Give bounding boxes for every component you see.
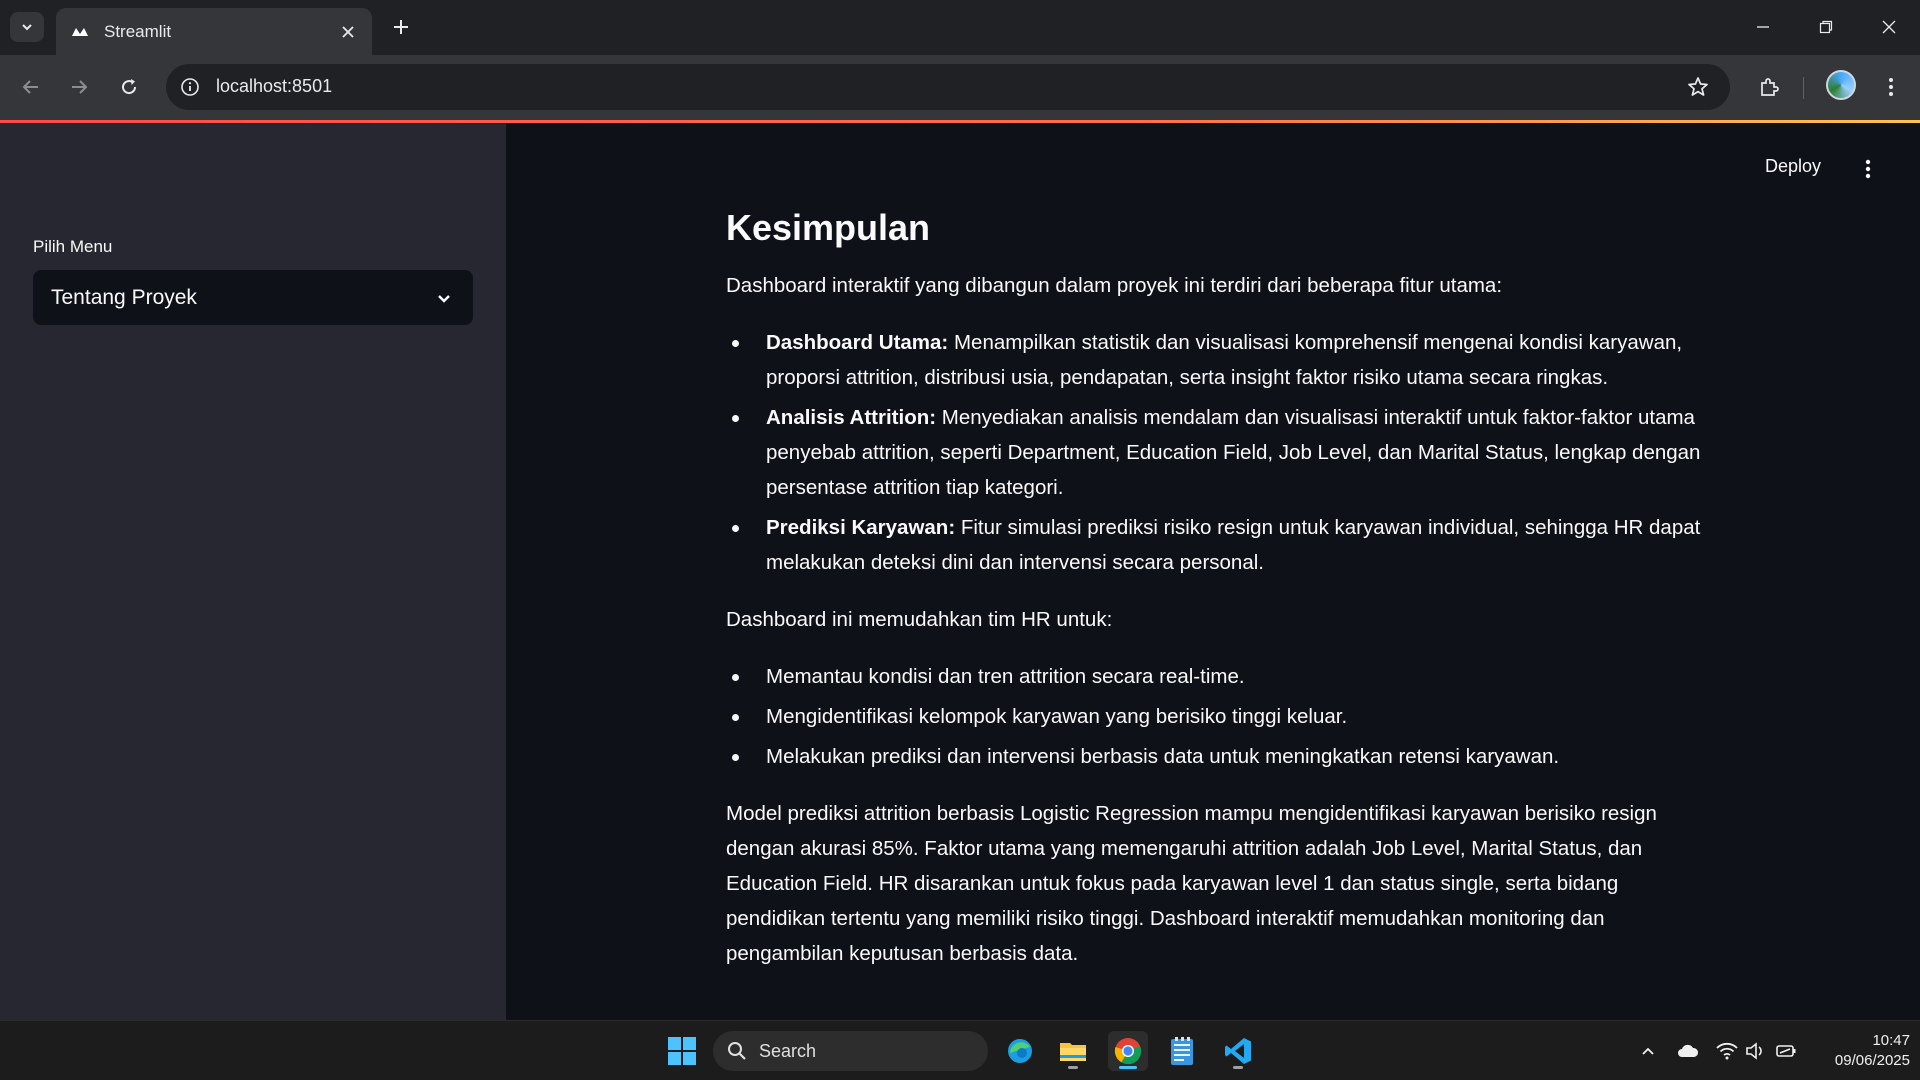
new-tab-button[interactable] [388,14,414,40]
benefits-intro: Dashboard ini memudahkan tim HR untuk: [726,608,1113,631]
show-hidden-icons-button[interactable] [1636,1039,1660,1063]
close-window-button[interactable] [1869,12,1909,42]
chevron-down-icon [22,24,32,31]
wifi-icon[interactable] [1715,1039,1739,1063]
clock-date: 09/06/2025 [1834,1052,1910,1069]
conclusion-paragraph: Model prediksi attrition berbasis Logist… [726,802,1657,965]
taskbar-search[interactable]: Search [713,1031,988,1071]
url-text[interactable]: localhost:8501 [216,76,332,97]
app-menu-button[interactable] [1858,156,1878,182]
vertical-dots-icon [1889,78,1893,96]
feature-name: Analisis Attrition: [766,406,937,429]
deploy-button[interactable]: Deploy [1765,156,1821,177]
feature-item: Analisis Attrition: Menyediakan analisis… [726,400,1706,505]
reload-icon [122,79,137,95]
restore-icon [1819,20,1833,34]
running-indicator [1068,1066,1078,1069]
notepad-app[interactable] [1162,1031,1202,1071]
back-button[interactable] [16,72,46,102]
browser-tab-bar: Streamlit [0,0,1920,55]
sidebar: Pilih Menu Tentang Proyek [0,123,506,1020]
menu-selected-value: Tentang Proyek [51,285,197,309]
tab-search-button[interactable] [10,12,44,42]
benefit-list: Memantau kondisi dan tren attrition seca… [726,659,1706,774]
vscode-icon [1225,1038,1251,1064]
toolbar-divider [1803,77,1804,99]
search-icon [728,1042,746,1060]
benefit-item: Memantau kondisi dan tren attrition seca… [726,659,1706,694]
volume-icon[interactable] [1743,1039,1767,1063]
page-title: Kesimpulan [726,207,931,248]
running-indicator [1233,1066,1243,1069]
folder-icon [1060,1043,1086,1061]
start-button[interactable] [662,1031,702,1071]
restore-button[interactable] [1806,12,1846,42]
extensions-button[interactable] [1754,72,1784,102]
feature-item: Dashboard Utama: Menampilkan statistik d… [726,325,1706,395]
close-tab-icon[interactable] [338,22,358,42]
bookmark-star-icon[interactable] [1686,75,1710,99]
arrow-left-icon [22,80,38,94]
edge-browser-app[interactable] [1000,1031,1040,1071]
system-clock[interactable]: 10:47 09/06/2025 [1810,1031,1910,1071]
streamlit-logo-icon [72,27,88,36]
feature-name: Dashboard Utama: [766,331,949,354]
feature-item: Prediksi Karyawan: Fitur simulasi predik… [726,510,1706,580]
minimize-icon [1757,26,1769,28]
puzzle-piece-icon [1761,78,1779,96]
notepad-icon [1171,1037,1193,1065]
reload-button[interactable] [114,72,144,102]
address-bar[interactable]: localhost:8501 [166,64,1730,110]
onedrive-icon[interactable] [1676,1039,1700,1063]
minimize-button[interactable] [1743,12,1783,42]
main-content: Kesimpulan Dashboard interaktif yang dib… [726,200,1706,993]
feature-list: Dashboard Utama: Menampilkan statistik d… [726,325,1706,580]
feature-name: Prediksi Karyawan: [766,516,956,539]
chrome-app[interactable] [1108,1031,1148,1071]
site-info-icon[interactable] [178,75,202,99]
profile-avatar[interactable] [1826,70,1856,100]
menu-label: Pilih Menu [33,237,113,256]
file-explorer-app[interactable] [1053,1031,1093,1071]
taskbar: Search 10:47 09/06/2025 [0,1020,1920,1080]
browser-menu-button[interactable] [1876,72,1906,102]
vertical-dots-icon [1865,159,1871,179]
browser-toolbar: localhost:8501 [0,55,1920,120]
plus-icon [394,20,408,34]
chevron-up-icon [1642,1047,1654,1055]
chevron-down-icon [433,287,455,309]
close-icon [1882,20,1896,34]
menu-select[interactable]: Tentang Proyek [33,270,473,325]
battery-sync-icon[interactable] [1775,1039,1799,1063]
search-label: Search [759,1040,817,1061]
benefit-item: Mengidentifikasi kelompok karyawan yang … [726,699,1706,734]
vscode-app[interactable] [1218,1031,1258,1071]
windows-logo-icon [668,1037,696,1065]
edge-icon [1008,1039,1032,1063]
browser-tab[interactable]: Streamlit [56,8,372,55]
forward-button[interactable] [64,72,94,102]
active-indicator [1119,1066,1137,1069]
chrome-icon [1114,1038,1142,1065]
benefit-item: Melakukan prediksi dan intervensi berbas… [726,739,1706,774]
tab-title: Streamlit [104,21,172,41]
intro-paragraph: Dashboard interaktif yang dibangun dalam… [726,274,1503,297]
clock-time: 10:47 [1872,1032,1910,1049]
arrow-right-icon [72,80,88,94]
